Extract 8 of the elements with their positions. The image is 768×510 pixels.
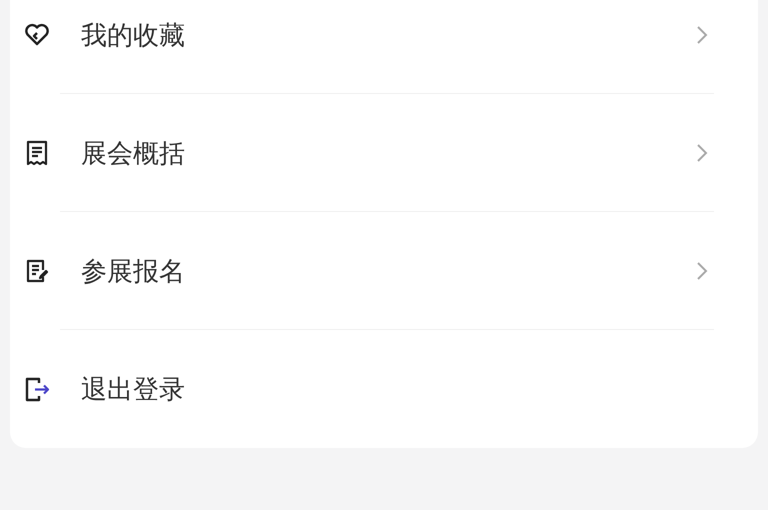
logout-icon [23, 375, 51, 403]
chevron-right-icon [696, 261, 708, 281]
chevron-right-icon [696, 25, 708, 45]
menu-item[interactable]: 展会概括 [81, 136, 696, 170]
menu-item[interactable]: 退出登录 [81, 372, 708, 406]
menu-item[interactable]: 参展报名 [81, 254, 696, 288]
menu-item[interactable]: 我的收藏 [81, 18, 696, 52]
chevron-right-icon [696, 143, 708, 163]
